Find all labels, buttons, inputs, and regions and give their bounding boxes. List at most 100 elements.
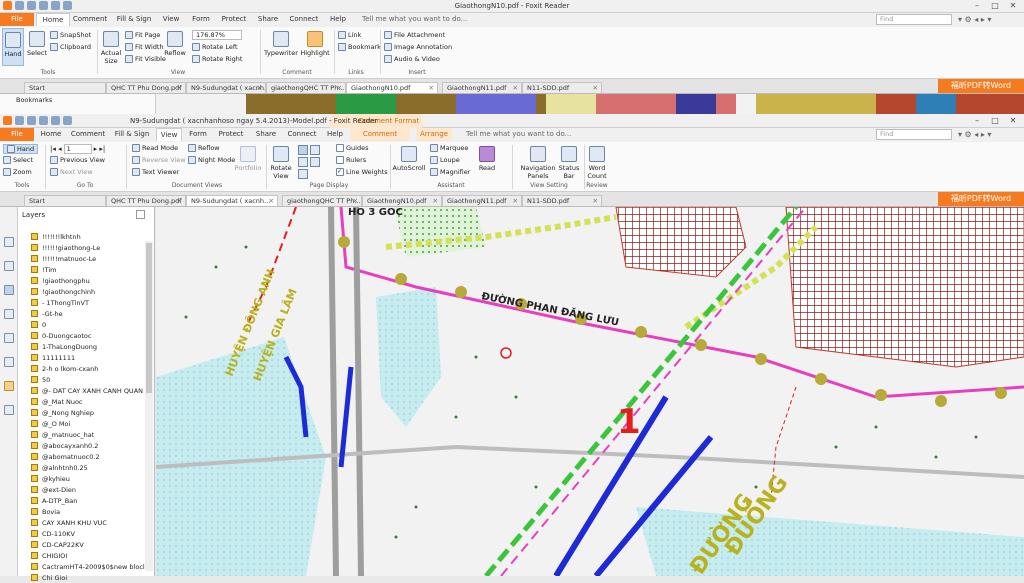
layer-item[interactable]: !!!!!!giaothong-Le [31, 242, 100, 253]
audio-video-button[interactable]: Audio & Video [384, 55, 440, 63]
hand-tool-button[interactable]: Hand [2, 28, 24, 66]
menu-fill-sign[interactable]: Fill & Sign [112, 13, 156, 26]
clipboard-button[interactable]: Clipboard [50, 43, 91, 51]
tab-start[interactable]: Start [24, 82, 106, 93]
layer-item[interactable]: @kyhieu [31, 473, 70, 484]
layer-item[interactable]: !giaothongphu [31, 275, 90, 286]
layers-options-icon[interactable] [136, 210, 145, 219]
layer-item[interactable]: Chi Gioi [31, 572, 67, 583]
menu-view[interactable]: View [156, 128, 182, 141]
redo-icon[interactable] [63, 116, 72, 125]
tab-n11-sdd[interactable]: N11-SDD.pdf ✕ [522, 195, 602, 206]
find-input[interactable]: Find [876, 14, 952, 25]
layer-item[interactable]: @alnhtnh0.25 [31, 462, 88, 473]
typewriter-button[interactable]: Typewriter [264, 28, 298, 57]
menu-home[interactable]: Home [36, 128, 66, 141]
image-annotation-button[interactable]: Image Annotation [384, 43, 452, 51]
fit-page-button[interactable]: Fit Page [125, 31, 160, 39]
menu-share[interactable]: Share [252, 128, 280, 141]
menu-file[interactable]: File [0, 13, 34, 26]
layer-item[interactable]: @- DAT CAY XANH CANH QUAN [31, 385, 143, 396]
layer-visibility-checkbox[interactable] [31, 497, 38, 504]
layer-visibility-checkbox[interactable] [31, 310, 38, 317]
tab-n11-sdd[interactable]: N11-SDD.pdf ✕ [522, 82, 602, 93]
layer-visibility-checkbox[interactable] [31, 464, 38, 471]
promo-banner[interactable]: 福昕PDF转Word [938, 79, 1024, 93]
tell-me-box[interactable]: Tell me what you want to do... [466, 128, 576, 141]
navigation-panels-button[interactable]: Navigation Panels [520, 143, 556, 180]
tab-giaothongqhc[interactable]: giaothongQHC TT Ph... ✕ [266, 82, 346, 93]
layer-item[interactable]: - 1ThongTinVT [31, 297, 89, 308]
undo-icon[interactable] [51, 116, 60, 125]
menu-comment[interactable]: Comment [70, 128, 106, 141]
layer-visibility-checkbox[interactable] [31, 387, 38, 394]
menu-protect[interactable]: Protect [214, 128, 248, 141]
layer-visibility-checkbox[interactable] [31, 398, 38, 405]
tell-me-box[interactable]: Tell me what you want to do... [362, 13, 472, 26]
fit-visible-button[interactable]: Fit Visible [125, 55, 166, 63]
tab-giaothongqhc[interactable]: giaothongQHC TT Ph... ✕ [282, 195, 362, 206]
marquee-button[interactable]: Marquee [430, 144, 468, 152]
layer-item[interactable]: A-DTP_Ban [31, 495, 77, 506]
actual-size-button[interactable]: Actual Size [100, 28, 122, 65]
night-mode-button[interactable]: Night Mode [188, 156, 235, 164]
reflow-button[interactable]: Reflow [188, 144, 220, 152]
layer-visibility-checkbox[interactable] [31, 376, 38, 383]
layer-visibility-checkbox[interactable] [31, 354, 38, 361]
rotate-right-button[interactable]: Rotate Right [192, 55, 242, 63]
tab-n9[interactable]: N9-Sudungdat ( xacnh... ✕ [186, 195, 278, 206]
menu-form[interactable]: Form [186, 128, 210, 141]
layer-visibility-checkbox[interactable] [31, 442, 38, 449]
bookmark-button[interactable]: Bookmark [338, 43, 381, 51]
layer-item[interactable]: !!!!!!!lkhtnh [31, 231, 81, 242]
layer-visibility-checkbox[interactable] [31, 233, 38, 240]
save-icon[interactable] [27, 116, 36, 125]
fit-width-button[interactable]: Fit Width [125, 43, 164, 51]
layer-visibility-checkbox[interactable] [31, 299, 38, 306]
menu-arrange[interactable]: Arrange [416, 128, 452, 141]
tab-qhc[interactable]: QHC TT Phu Dong.pdf ✕ [106, 195, 186, 206]
layer-visibility-checkbox[interactable] [31, 255, 38, 262]
menu-help[interactable]: Help [326, 13, 350, 26]
next-view-button[interactable]: Next View [50, 168, 93, 176]
autoscroll-button[interactable]: AutoScroll [392, 143, 426, 172]
open-icon[interactable] [15, 116, 24, 125]
select-tool-button[interactable]: Select [3, 156, 33, 164]
status-bar-button[interactable]: Status Bar [556, 143, 582, 180]
tab-start[interactable]: Start [24, 195, 106, 206]
layer-visibility-checkbox[interactable] [31, 244, 38, 251]
layer-visibility-checkbox[interactable] [31, 365, 38, 372]
layer-item[interactable]: -Gt-he [31, 308, 63, 319]
menu-connect[interactable]: Connect [286, 13, 322, 26]
rotate-left-button[interactable]: Rotate Left [192, 43, 238, 51]
layer-item[interactable]: 1-ThaLongDuong [31, 341, 97, 352]
layer-visibility-checkbox[interactable] [31, 508, 38, 515]
layer-item[interactable]: 11111111 [31, 352, 75, 363]
layer-item[interactable]: @_Nong Nghiep [31, 407, 94, 418]
previous-view-button[interactable]: Previous View [50, 156, 105, 164]
layer-visibility-checkbox[interactable] [31, 343, 38, 350]
layer-visibility-checkbox[interactable] [31, 266, 38, 273]
layer-visibility-checkbox[interactable] [31, 541, 38, 548]
read-mode-button[interactable]: Read Mode [132, 144, 178, 152]
layer-visibility-checkbox[interactable] [31, 321, 38, 328]
layer-visibility-checkbox[interactable] [31, 552, 38, 559]
print-icon[interactable] [39, 116, 48, 125]
layer-visibility-checkbox[interactable] [31, 563, 38, 570]
tab-n10[interactable]: GiaothongN10.pdf ✕ [362, 195, 442, 206]
layer-item[interactable]: @_Mat Nuoc [31, 396, 83, 407]
magnifier-button[interactable]: Magnifier [430, 168, 470, 176]
menu-help[interactable]: Help [324, 128, 346, 141]
layer-visibility-checkbox[interactable] [31, 288, 38, 295]
select-tool-button[interactable]: Select [26, 28, 48, 57]
layer-visibility-checkbox[interactable] [31, 431, 38, 438]
layer-item[interactable]: @ext-Dien [31, 484, 76, 495]
layer-item[interactable]: !!!!!!matnuoc-Le [31, 253, 96, 264]
layer-item[interactable]: @_O Moi [31, 418, 70, 429]
rotate-view-button[interactable]: Rotate View [268, 143, 294, 180]
layer-item[interactable]: @_matnuoc_hat [31, 429, 94, 440]
tab-n9[interactable]: N9-Sudungdat ( xacnh... ✕ [186, 82, 266, 93]
loupe-button[interactable]: Loupe [430, 156, 460, 164]
tab-n11[interactable]: GiaothongN11.pdf ✕ [442, 82, 522, 93]
layer-item[interactable]: 50 [31, 374, 50, 385]
